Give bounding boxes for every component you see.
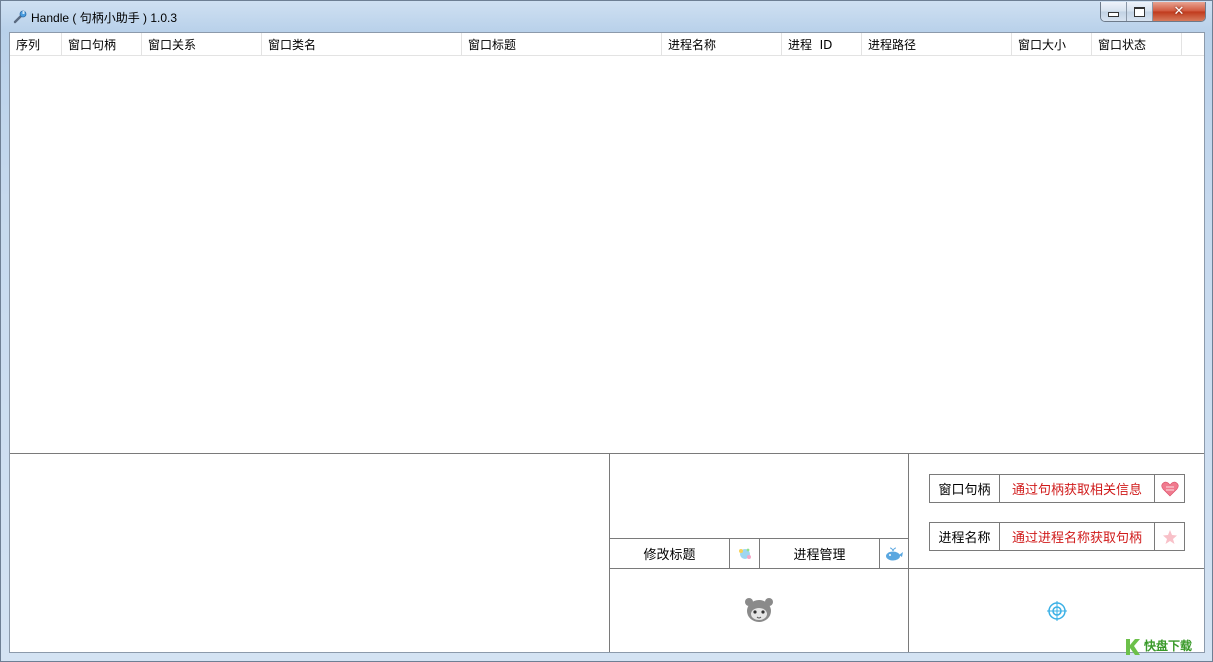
- get-handle-by-process-button[interactable]: 通过进程名称获取句柄: [1000, 523, 1155, 550]
- process-manage-icon-button[interactable]: [880, 539, 908, 568]
- window-list[interactable]: 序列 窗口句柄 窗口关系 窗口类名 窗口标题 进程名称 进程 ID 进程路径 窗…: [10, 33, 1204, 454]
- rename-title-button[interactable]: 修改标题: [610, 539, 730, 568]
- handle-icon-button[interactable]: [1155, 475, 1184, 502]
- mascot-icon: [745, 597, 773, 622]
- maximize-button[interactable]: [1127, 2, 1153, 21]
- lookup-controls: 窗口句柄 通过句柄获取相关信息 进程名称 通过进程名称获取句柄: [909, 454, 1204, 569]
- column-class-name[interactable]: 窗口类名: [262, 33, 462, 55]
- sparkle-icon: [738, 548, 751, 559]
- tools-pane: 修改标题 进程管理: [610, 454, 909, 652]
- main-window: Handle ( 句柄小助手 ) 1.0.3 ✕ 序列 窗口句柄 窗口关系 窗口…: [0, 0, 1213, 662]
- column-handle[interactable]: 窗口句柄: [62, 33, 142, 55]
- bottom-panel: 修改标题 进程管理 窗口句柄 通过句柄获取相关信息 进程名称 通过进程名称获取句…: [10, 454, 1204, 652]
- window-title: Handle ( 句柄小助手 ) 1.0.3: [31, 11, 178, 25]
- column-process-id[interactable]: 进程 ID: [782, 33, 862, 55]
- process-name-label: 进程名称: [930, 523, 1000, 550]
- process-manage-button[interactable]: 进程管理: [760, 539, 880, 568]
- heart-icon: [1160, 481, 1179, 496]
- column-relation[interactable]: 窗口关系: [142, 33, 262, 55]
- process-name-icon-button[interactable]: [1155, 523, 1184, 550]
- minimize-button[interactable]: [1101, 2, 1127, 21]
- close-icon: ✕: [1173, 4, 1185, 19]
- column-process-path[interactable]: 进程路径: [862, 33, 1012, 55]
- column-window-size[interactable]: 窗口大小: [1012, 33, 1092, 55]
- column-index[interactable]: 序列: [10, 33, 62, 55]
- lookup-pane: 窗口句柄 通过句柄获取相关信息 进程名称 通过进程名称获取句柄: [909, 454, 1204, 652]
- rename-title-icon-button[interactable]: [730, 539, 760, 568]
- handle-lookup-row: 窗口句柄 通过句柄获取相关信息: [929, 474, 1185, 503]
- wrench-icon: [13, 10, 27, 24]
- crosshair-icon[interactable]: [1046, 600, 1067, 621]
- client-area: 序列 窗口句柄 窗口关系 窗口类名 窗口标题 进程名称 进程 ID 进程路径 窗…: [9, 32, 1205, 653]
- star-icon: [1162, 529, 1177, 544]
- list-header: 序列 窗口句柄 窗口关系 窗口类名 窗口标题 进程名称 进程 ID 进程路径 窗…: [10, 33, 1204, 56]
- column-window-title[interactable]: 窗口标题: [462, 33, 662, 55]
- rename-title-label: 修改标题: [643, 548, 696, 563]
- caption-buttons: ✕: [1100, 2, 1206, 22]
- handle-label: 窗口句柄: [930, 475, 1000, 502]
- process-manage-label: 进程管理: [793, 548, 846, 563]
- get-info-by-handle-button[interactable]: 通过句柄获取相关信息: [1000, 475, 1155, 502]
- info-output-pane[interactable]: [10, 454, 610, 652]
- column-window-state[interactable]: 窗口状态: [1092, 33, 1182, 55]
- close-button[interactable]: ✕: [1153, 2, 1205, 21]
- minimize-icon: [1108, 12, 1119, 17]
- column-process-name[interactable]: 进程名称: [662, 33, 782, 55]
- title-bar[interactable]: Handle ( 句柄小助手 ) 1.0.3 ✕: [1, 1, 1212, 32]
- tools-button-row: 修改标题 进程管理: [610, 539, 908, 569]
- maximize-icon: [1134, 6, 1145, 17]
- whale-icon: [886, 547, 903, 560]
- watermark-logo: 快盘下载: [1124, 637, 1206, 657]
- mascot-area: [610, 569, 908, 652]
- watermark-text: 快盘下载: [1144, 638, 1192, 653]
- process-lookup-row: 进程名称 通过进程名称获取句柄: [929, 522, 1185, 551]
- title-input-area[interactable]: [610, 454, 908, 539]
